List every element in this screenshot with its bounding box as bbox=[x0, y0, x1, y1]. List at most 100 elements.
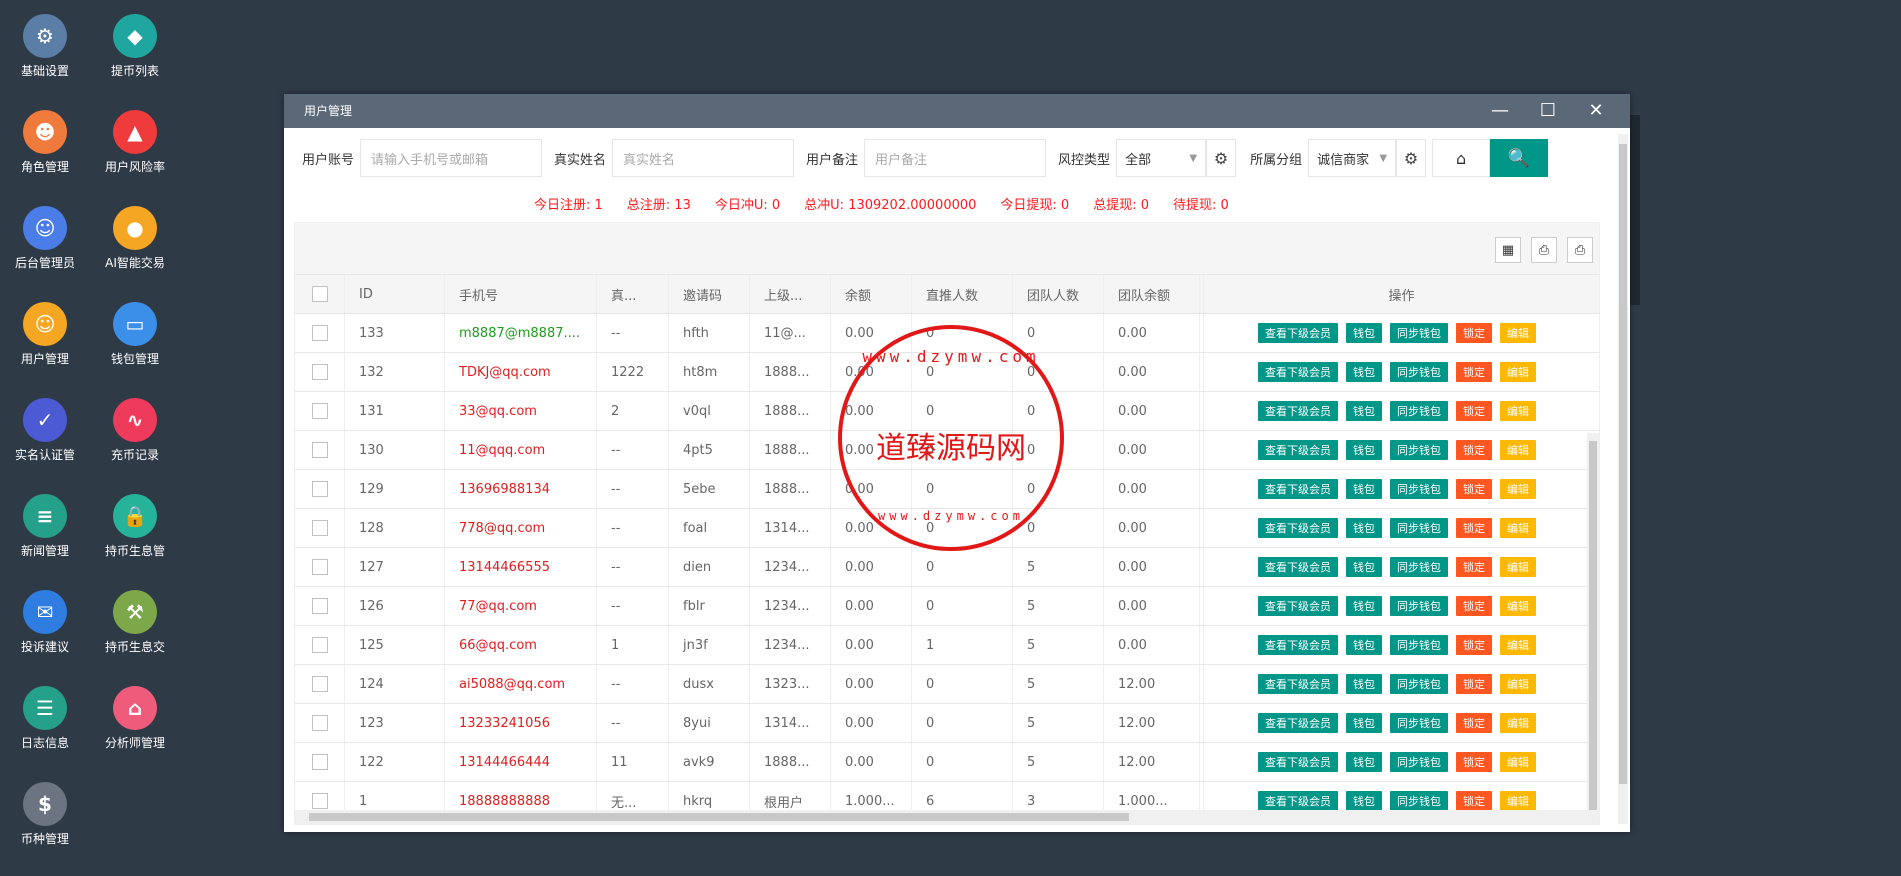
scroll-thumb[interactable] bbox=[309, 813, 1129, 821]
column-header[interactable]: 团队人数 bbox=[1013, 275, 1104, 313]
row-checkbox[interactable] bbox=[311, 520, 328, 536]
select-all-checkbox[interactable] bbox=[311, 286, 328, 302]
sync-wallet-button[interactable]: 同步钱包 bbox=[1390, 791, 1448, 811]
table-row[interactable]: 130 11@qqq.com -- 4pt5 1888... 0.00 0 0 0.00 查看下级… bbox=[295, 431, 1599, 470]
column-header[interactable]: 邀请码 bbox=[669, 275, 750, 313]
account-input[interactable]: 请输入手机号或邮箱 bbox=[360, 139, 543, 177]
desktop-icon[interactable]: 🔒 持币生息管 bbox=[90, 480, 180, 559]
wallet-button[interactable]: 钱包 bbox=[1346, 635, 1382, 655]
lock-button[interactable]: 锁定 bbox=[1456, 440, 1492, 460]
edit-button[interactable]: 编辑 bbox=[1500, 401, 1536, 421]
edit-button[interactable]: 编辑 bbox=[1500, 752, 1536, 772]
desktop-icon[interactable]: ⌂ 分析师管理 bbox=[90, 672, 180, 751]
view-subordinates-button[interactable]: 查看下级会员 bbox=[1258, 440, 1338, 460]
row-checkbox[interactable] bbox=[311, 442, 328, 458]
export-icon[interactable]: ⎙ bbox=[1531, 237, 1557, 263]
risk-select[interactable]: 全部 ▼ bbox=[1116, 139, 1207, 177]
view-subordinates-button[interactable]: 查看下级会员 bbox=[1258, 674, 1338, 694]
table-row[interactable]: 131 33@qq.com 2 v0ql 1888... 0.00 0 0 0.00 查看下级会员… bbox=[295, 392, 1599, 431]
desktop-icon[interactable]: ≡ 新闻管理 bbox=[0, 480, 90, 559]
group-gear-icon[interactable]: ⚙ bbox=[1396, 139, 1427, 177]
sync-wallet-button[interactable]: 同步钱包 bbox=[1390, 440, 1448, 460]
scroll-thumb[interactable] bbox=[1589, 441, 1597, 824]
wallet-button[interactable]: 钱包 bbox=[1346, 362, 1382, 382]
row-checkbox[interactable] bbox=[311, 325, 328, 341]
view-subordinates-button[interactable]: 查看下级会员 bbox=[1258, 479, 1338, 499]
view-subordinates-button[interactable]: 查看下级会员 bbox=[1258, 596, 1338, 616]
column-header[interactable]: 直推人数 bbox=[912, 275, 1013, 313]
group-select[interactable]: 诚信商家 ▼ bbox=[1308, 139, 1397, 177]
sync-wallet-button[interactable]: 同步钱包 bbox=[1390, 557, 1448, 577]
search-button[interactable]: 🔍 bbox=[1490, 139, 1549, 177]
wallet-button[interactable]: 钱包 bbox=[1346, 518, 1382, 538]
edit-button[interactable]: 编辑 bbox=[1500, 596, 1536, 616]
lock-button[interactable]: 锁定 bbox=[1456, 596, 1492, 616]
realname-input[interactable]: 真实姓名 bbox=[612, 139, 795, 177]
table-row[interactable]: 124 ai5088@qq.com -- dusx 1323... 0.00 0 5 12.00… bbox=[295, 665, 1599, 704]
wallet-button[interactable]: 钱包 bbox=[1346, 596, 1382, 616]
table-row[interactable]: 132 TDKJ@qq.com 1222 ht8m 1888... 0.00 0 0 0.00 查… bbox=[295, 353, 1599, 392]
lock-button[interactable]: 锁定 bbox=[1456, 752, 1492, 772]
sync-wallet-button[interactable]: 同步钱包 bbox=[1390, 713, 1448, 733]
view-subordinates-button[interactable]: 查看下级会员 bbox=[1258, 713, 1338, 733]
view-subordinates-button[interactable]: 查看下级会员 bbox=[1258, 362, 1338, 382]
edit-button[interactable]: 编辑 bbox=[1500, 440, 1536, 460]
sync-wallet-button[interactable]: 同步钱包 bbox=[1390, 752, 1448, 772]
desktop-icon[interactable]: ∿ 充币记录 bbox=[90, 384, 180, 463]
wallet-button[interactable]: 钱包 bbox=[1346, 401, 1382, 421]
edit-button[interactable]: 编辑 bbox=[1500, 791, 1536, 811]
view-subordinates-button[interactable]: 查看下级会员 bbox=[1258, 518, 1338, 538]
lock-button[interactable]: 锁定 bbox=[1456, 479, 1492, 499]
desktop-icon[interactable]: ● AI智能交易 bbox=[90, 192, 180, 271]
edit-button[interactable]: 编辑 bbox=[1500, 713, 1536, 733]
risk-gear-icon[interactable]: ⚙ bbox=[1206, 139, 1237, 177]
sync-wallet-button[interactable]: 同步钱包 bbox=[1390, 635, 1448, 655]
edit-button[interactable]: 编辑 bbox=[1500, 557, 1536, 577]
column-header[interactable]: 手机号 bbox=[445, 275, 597, 313]
remark-input[interactable]: 用户备注 bbox=[864, 139, 1047, 177]
row-checkbox[interactable] bbox=[311, 715, 328, 731]
view-subordinates-button[interactable]: 查看下级会员 bbox=[1258, 401, 1338, 421]
desktop-icon[interactable]: ☻ 角色管理 bbox=[0, 96, 90, 175]
view-subordinates-button[interactable]: 查看下级会员 bbox=[1258, 635, 1338, 655]
lock-button[interactable]: 锁定 bbox=[1456, 791, 1492, 811]
wallet-button[interactable]: 钱包 bbox=[1346, 752, 1382, 772]
window-vertical-scrollbar[interactable] bbox=[1618, 134, 1628, 824]
table-vertical-scrollbar[interactable] bbox=[1587, 433, 1599, 824]
lock-button[interactable]: 锁定 bbox=[1456, 323, 1492, 343]
view-subordinates-button[interactable]: 查看下级会员 bbox=[1258, 557, 1338, 577]
reset-button[interactable]: ⌂ bbox=[1432, 139, 1491, 177]
minimize-icon[interactable]: — bbox=[1476, 94, 1524, 128]
row-checkbox[interactable] bbox=[311, 754, 328, 770]
column-header[interactable]: ID bbox=[345, 275, 445, 313]
sync-wallet-button[interactable]: 同步钱包 bbox=[1390, 401, 1448, 421]
wallet-button[interactable]: 钱包 bbox=[1346, 791, 1382, 811]
edit-button[interactable]: 编辑 bbox=[1500, 479, 1536, 499]
desktop-icon[interactable]: ✉ 投诉建议 bbox=[0, 576, 90, 655]
lock-button[interactable]: 锁定 bbox=[1456, 635, 1492, 655]
desktop-icon[interactable]: ⚒ 持币生息交 bbox=[90, 576, 180, 655]
close-icon[interactable]: ✕ bbox=[1572, 94, 1620, 128]
table-row[interactable]: 128 778@qq.com -- foal 1314... 0.00 0 0 0.00 查看下级… bbox=[295, 509, 1599, 548]
view-subordinates-button[interactable]: 查看下级会员 bbox=[1258, 752, 1338, 772]
lock-button[interactable]: 锁定 bbox=[1456, 713, 1492, 733]
view-subordinates-button[interactable]: 查看下级会员 bbox=[1258, 323, 1338, 343]
row-checkbox[interactable] bbox=[311, 676, 328, 692]
desktop-icon[interactable]: ◆ 提币列表 bbox=[90, 0, 180, 79]
table-row[interactable]: 126 77@qq.com -- fblr 1234... 0.00 0 5 0.00 查看下级会… bbox=[295, 587, 1599, 626]
desktop-icon[interactable]: ▲ 用户风险率 bbox=[90, 96, 180, 175]
wallet-button[interactable]: 钱包 bbox=[1346, 440, 1382, 460]
desktop-icon[interactable]: ☰ 日志信息 bbox=[0, 672, 90, 751]
window-titlebar[interactable]: 用户管理 — ☐ ✕ bbox=[284, 94, 1630, 128]
desktop-icon[interactable]: ☺ 后台管理员 bbox=[0, 192, 90, 271]
column-header[interactable]: 真... bbox=[597, 275, 669, 313]
table-row[interactable]: 125 66@qq.com 1 jn3f 1234... 0.00 1 5 0.00 查看下级会员… bbox=[295, 626, 1599, 665]
desktop-icon[interactable]: ✓ 实名认证管 bbox=[0, 384, 90, 463]
edit-button[interactable]: 编辑 bbox=[1500, 518, 1536, 538]
desktop-icon[interactable]: ⚙ 基础设置 bbox=[0, 0, 90, 79]
edit-button[interactable]: 编辑 bbox=[1500, 674, 1536, 694]
desktop-icon[interactable]: ☺ 用户管理 bbox=[0, 288, 90, 367]
lock-button[interactable]: 锁定 bbox=[1456, 401, 1492, 421]
table-row[interactable]: 123 13233241056 -- 8yui 1314... 0.00 0 5 12.00 查看… bbox=[295, 704, 1599, 743]
table-horizontal-scrollbar[interactable] bbox=[295, 810, 1599, 824]
